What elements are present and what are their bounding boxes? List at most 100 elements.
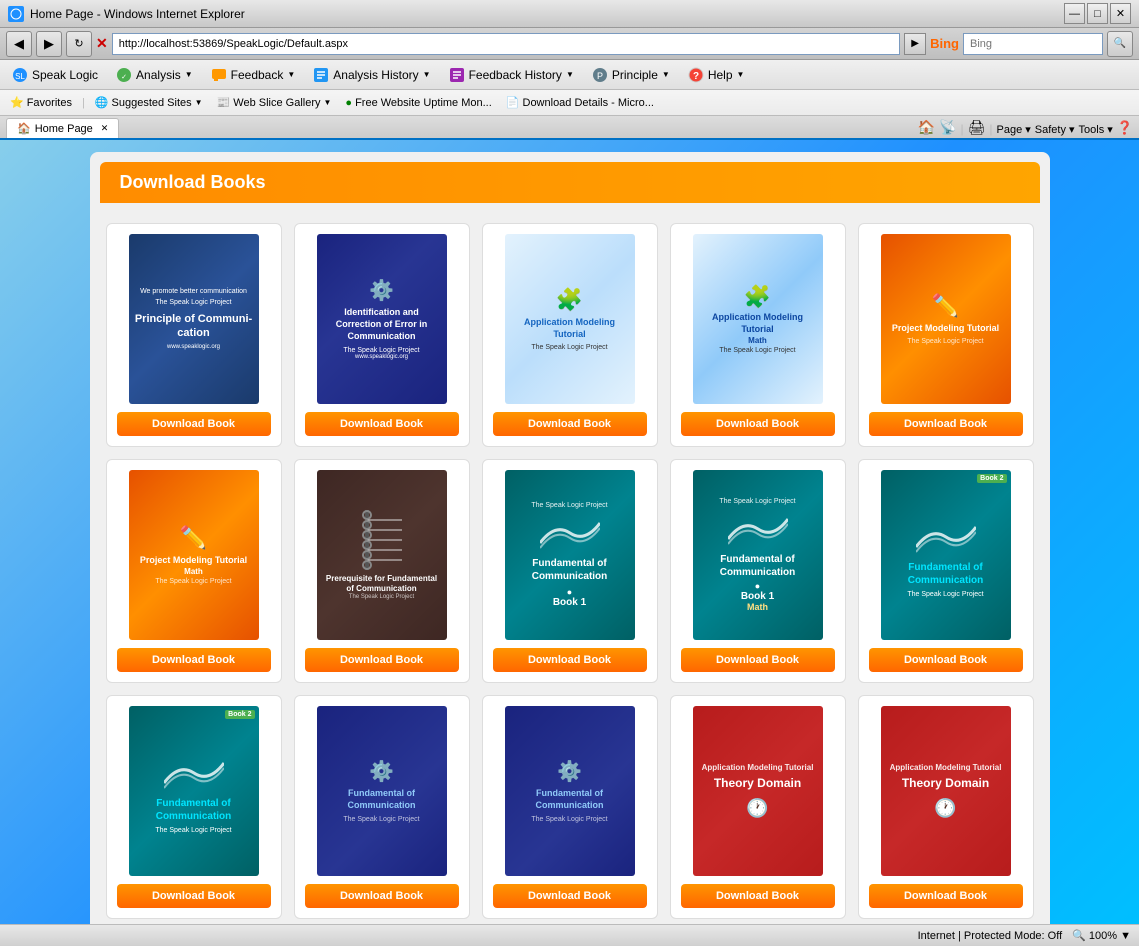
book-card-8: The Speak Logic Project Fundamental of C… — [482, 459, 658, 683]
wave-svg-10 — [916, 517, 976, 557]
web-slice-gallery-link[interactable]: 📰 Web Slice Gallery ▼ — [213, 94, 336, 111]
home-tab-label: Home Page — [35, 123, 93, 135]
download-btn-3[interactable]: Download Book — [493, 412, 647, 436]
uptime-icon: ● — [345, 97, 352, 109]
search-input[interactable] — [963, 33, 1103, 55]
download-btn-2[interactable]: Download Book — [305, 412, 459, 436]
download-btn-9[interactable]: Download Book — [681, 648, 835, 672]
help-icon: ? — [688, 67, 704, 83]
book-cover-11: Book 2 Fundamental of Communication The … — [129, 706, 259, 876]
download-btn-12[interactable]: Download Book — [305, 884, 459, 908]
wave-svg — [540, 513, 600, 553]
favorites-bar: ⭐ Favorites | 🌐 Suggested Sites ▼ 📰 Web … — [0, 90, 1139, 116]
download-btn-4[interactable]: Download Book — [681, 412, 835, 436]
favorites-button[interactable]: ⭐ Favorites — [6, 94, 76, 111]
minimize-button[interactable]: — — [1064, 3, 1085, 24]
suggested-sites-link[interactable]: 🌐 Suggested Sites ▼ — [91, 94, 207, 111]
address-input[interactable] — [112, 33, 900, 55]
download-btn-14[interactable]: Download Book — [681, 884, 835, 908]
principle-arrow: ▼ — [662, 70, 670, 79]
suggested-sites-arrow: ▼ — [195, 98, 203, 107]
close-button[interactable]: ✕ — [1110, 3, 1131, 24]
svg-text:?: ? — [693, 71, 699, 82]
zoom-value: 100% — [1089, 930, 1117, 942]
download-details-link[interactable]: 📄 Download Details - Micro... — [502, 94, 658, 111]
wave-svg-11 — [164, 753, 224, 793]
menu-item-feedback-history[interactable]: Feedback History ▼ — [441, 64, 582, 86]
app-icon — [8, 6, 24, 22]
tools-button[interactable]: Tools ▾ — [1079, 123, 1113, 136]
page-button[interactable]: Page ▾ — [997, 123, 1031, 136]
web-slice-icon: 📰 — [217, 96, 231, 109]
uptime-monitor-link[interactable]: ● Free Website Uptime Mon... — [341, 95, 495, 111]
search-button[interactable]: 🔍 — [1107, 31, 1133, 57]
safety-button[interactable]: Safety ▾ — [1035, 123, 1075, 136]
forward-button[interactable]: ▶ — [36, 31, 62, 57]
status-bar: Internet | Protected Mode: Off 🔍 100% ▼ — [0, 924, 1139, 946]
book-card-10: Book 2 Fundamental of Communication The … — [858, 459, 1034, 683]
ie-x-button[interactable]: ✕ — [96, 35, 108, 52]
refresh-button[interactable]: ↻ — [66, 31, 92, 57]
download-btn-7[interactable]: Download Book — [305, 648, 459, 672]
window-controls: — □ ✕ — [1064, 3, 1131, 24]
tab-bar: 🏠 Home Page ✕ 🏠 📡 | 🖨 | Page ▾ Safety ▾ … — [0, 116, 1139, 140]
book-cover-1: We promote better communication The Spea… — [129, 234, 259, 404]
web-slice-label: Web Slice Gallery — [233, 97, 320, 109]
speak-logic-icon: SL — [12, 67, 28, 83]
home-button[interactable]: 🏠 — [918, 119, 935, 136]
download-btn-13[interactable]: Download Book — [493, 884, 647, 908]
book-card-7: Prerequisite for Fundamental of Communic… — [294, 459, 470, 683]
menu-item-help[interactable]: ? Help ▼ — [680, 64, 753, 86]
back-button[interactable]: ◀ — [6, 31, 32, 57]
analysis-history-icon — [313, 67, 329, 83]
menu-item-analysis-history[interactable]: Analysis History ▼ — [305, 64, 438, 86]
download-btn-15[interactable]: Download Book — [869, 884, 1023, 908]
book-card-12: ⚙️ Fundamental of Communication The Spea… — [294, 695, 470, 919]
home-tab-close[interactable]: ✕ — [101, 123, 109, 134]
feedback-arrow: ▼ — [287, 70, 295, 79]
book-card-3: 🧩 Application Modeling Tutorial The Spea… — [482, 223, 658, 447]
go-button[interactable]: ▶ — [904, 33, 926, 55]
bing-logo: Bing — [930, 36, 959, 51]
menu-label-speak-logic: Speak Logic — [32, 68, 98, 82]
book-cover-2: ⚙️ Identification and Correction of Erro… — [317, 234, 447, 404]
menu-label-analysis: Analysis — [136, 68, 181, 82]
principle-icon: P — [592, 67, 608, 83]
menu-item-feedback[interactable]: Feedback ▼ — [203, 64, 304, 86]
maximize-button[interactable]: □ — [1087, 3, 1108, 24]
book-card-13: ⚙️ Fundamental of Communication The Spea… — [482, 695, 658, 919]
download-btn-11[interactable]: Download Book — [117, 884, 271, 908]
book-cover-12: ⚙️ Fundamental of Communication The Spea… — [317, 706, 447, 876]
svg-text:P: P — [597, 71, 603, 81]
home-tab[interactable]: 🏠 Home Page ✕ — [6, 118, 119, 138]
zoom-arrow[interactable]: ▼ — [1120, 930, 1131, 942]
print-button[interactable]: 🖨 — [968, 119, 986, 136]
analysis-arrow: ▼ — [185, 70, 193, 79]
protected-mode-status: Internet | Protected Mode: Off — [918, 930, 1063, 942]
uptime-label: Free Website Uptime Mon... — [355, 97, 492, 109]
feeds-button[interactable]: 📡 — [939, 119, 956, 136]
wave-svg-9 — [728, 509, 788, 549]
feedback-history-icon — [449, 67, 465, 83]
toolbar-divider: | — [960, 122, 963, 136]
menu-item-speak-logic[interactable]: SL Speak Logic — [4, 64, 106, 86]
analysis-history-arrow: ▼ — [423, 70, 431, 79]
address-bar: ◀ ▶ ↻ ✕ ▶ Bing 🔍 — [0, 28, 1139, 60]
menu-label-analysis-history: Analysis History — [333, 68, 418, 82]
download-btn-1[interactable]: Download Book — [117, 412, 271, 436]
book-cover-5: ✏️ Project Modeling Tutorial The Speak L… — [881, 234, 1011, 404]
zoom-level: 🔍 100% ▼ — [1072, 929, 1131, 942]
download-btn-8[interactable]: Download Book — [493, 648, 647, 672]
download-details-label: Download Details - Micro... — [523, 97, 654, 109]
fav-divider: | — [82, 97, 85, 109]
analysis-icon: ✓ — [116, 67, 132, 83]
favorites-label: Favorites — [27, 97, 72, 109]
menu-item-principle[interactable]: P Principle ▼ — [584, 64, 678, 86]
book-cover-7: Prerequisite for Fundamental of Communic… — [317, 470, 447, 640]
download-btn-10[interactable]: Download Book — [869, 648, 1023, 672]
feedback-history-arrow: ▼ — [566, 70, 574, 79]
help-toolbar-button[interactable]: ❓ — [1117, 120, 1133, 136]
download-btn-5[interactable]: Download Book — [869, 412, 1023, 436]
download-btn-6[interactable]: Download Book — [117, 648, 271, 672]
menu-item-analysis[interactable]: ✓ Analysis ▼ — [108, 64, 201, 86]
